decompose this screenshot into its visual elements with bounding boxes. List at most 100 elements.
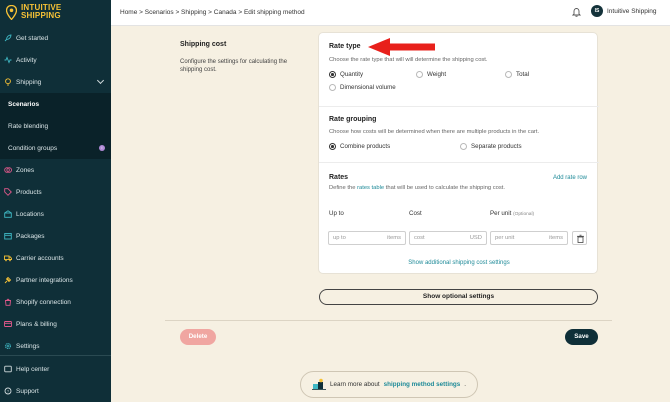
sidebar-item-label: Rate blending [8,122,49,130]
radio-unselected-icon [460,143,467,150]
radio-total[interactable]: Total [505,71,529,78]
sidebar-item-label: Shopify connection [16,298,71,306]
section-description: Configure the settings for calculating t… [180,59,288,73]
section-title: Shipping cost [180,41,227,48]
delete-row-button[interactable] [572,231,587,245]
sidebar-subitem-condition-groups[interactable]: Condition groups i [0,137,111,159]
sidebar-item-products[interactable]: Products [0,181,111,203]
sidebar-item-partner-integrations[interactable]: Partner integrations [0,269,111,291]
radio-label: Weight [427,71,447,78]
radio-label: Total [516,71,530,78]
footer-divider [165,320,612,321]
sidebar-item-shopify-connection[interactable]: Shopify connection [0,291,111,313]
radio-label: Quantity [340,71,364,78]
sidebar-item-label: Partner integrations [16,276,73,284]
radio-selected-icon [329,143,336,150]
truck-icon [4,254,12,262]
sidebar-item-label: Products [16,188,42,196]
sidebar-item-label: Scenarios [8,100,40,108]
sidebar-item-label: Get started [16,34,49,42]
sidebar-subitem-rate-blending[interactable]: Rate blending [0,115,111,137]
delete-button[interactable]: Delete [180,329,216,345]
radio-label: Separate products [471,143,522,150]
sidebar-item-zones[interactable]: Zones [0,159,111,181]
top-bar: Home > Scenarios > Shipping > Canada > E… [111,0,670,26]
per-unit-input[interactable]: per unit items [490,231,568,245]
show-optional-settings-button[interactable]: Show optional settings [319,289,598,305]
learn-more-period: . [464,381,467,388]
sidebar-item-label: Settings [16,342,40,350]
rate-grouping-subtitle: Choose how costs will be determined when… [329,129,540,135]
radio-label: Combine products [340,143,391,150]
user-name[interactable]: Intuitive Shipping [607,8,657,15]
sidebar-item-carrier-accounts[interactable]: Carrier accounts [0,247,111,269]
rates-desc-text: that will be used to calculate the shipp… [385,185,505,191]
red-arrow-icon [368,37,436,59]
rate-grouping-title: Rate grouping [329,116,377,123]
breadcrumb[interactable]: Home > Scenarios > Shipping > Canada > E… [120,9,305,16]
info-badge-icon: i [99,145,105,151]
sidebar-item-settings[interactable]: Settings [0,335,111,357]
sidebar-subitem-scenarios[interactable]: Scenarios [0,93,111,115]
radio-label: Dimensional volume [340,84,396,91]
location-icon [4,210,12,218]
radio-separate-products[interactable]: Separate products [460,143,522,150]
sidebar-item-packages[interactable]: Packages [0,225,111,247]
support-icon: ? [4,387,12,395]
sidebar-item-support[interactable]: ? Support [0,380,111,402]
gear-icon [4,342,12,350]
sidebar-nav: Get started Activity Shipping Scenarios … [0,27,111,357]
rates-title: Rates [329,174,349,181]
radio-combine-products[interactable]: Combine products [329,143,390,150]
trash-icon [573,234,588,248]
rate-type-section: Rate type Choose the rate type that will… [319,33,599,107]
radio-dimensional-volume[interactable]: Dimensional volume [329,84,396,91]
rate-type-title: Rate type [329,43,361,50]
show-additional-settings-link[interactable]: Show additional shipping cost settings [319,260,599,266]
sidebar: INTUITIVE SHIPPING Get started Activity … [0,0,111,402]
add-rate-row-link[interactable]: Add rate row [553,175,587,181]
column-per-unit-label: Per unit [490,210,512,217]
avatar[interactable]: IS [591,5,603,17]
chevron-down-icon[interactable] [96,76,105,85]
bulb-icon [4,78,12,86]
sidebar-item-activity[interactable]: Activity [0,49,111,71]
sidebar-item-plans-billing[interactable]: Plans & billing [0,313,111,335]
svg-text:?: ? [7,389,10,394]
sidebar-item-label: Zones [16,166,35,174]
sidebar-item-label: Packages [16,232,45,240]
up-to-input[interactable]: up to items [328,231,406,245]
sidebar-item-help-center[interactable]: Help center [0,358,111,380]
zones-icon [4,166,12,174]
cost-input[interactable]: cost USD [409,231,487,245]
unit-suffix: items [549,235,563,241]
sidebar-footer: Help center ? Support [0,358,111,402]
activity-icon [4,56,12,64]
sidebar-item-label: Help center [16,365,50,373]
sidebar-item-shipping[interactable]: Shipping [0,71,111,93]
rate-grouping-section: Rate grouping Choose how costs will be d… [319,107,599,163]
sidebar-item-label: Shipping [16,78,42,86]
bell-icon[interactable] [571,7,582,17]
learn-more-banner[interactable]: Learn more about shipping method setting… [300,371,478,398]
sidebar-item-label: Locations [16,210,44,218]
rates-description: Define the rates table that will be used… [329,185,505,191]
column-per-unit: Per unit (Optional) [490,210,534,217]
column-cost: Cost [409,210,422,217]
sidebar-item-get-started[interactable]: Get started [0,27,111,49]
rates-table-link[interactable]: rates table [357,185,384,191]
placeholder-text: cost [414,235,425,241]
radio-quantity[interactable]: Quantity [329,71,363,78]
unit-suffix: items [387,235,401,241]
learn-more-link[interactable]: shipping method settings [384,381,461,388]
currency-suffix: USD [469,235,482,241]
pin-logo-icon [5,4,18,21]
sidebar-item-locations[interactable]: Locations [0,203,111,225]
brand-logo[interactable]: INTUITIVE SHIPPING [5,4,61,21]
shipping-cost-card: Rate type Choose the rate type that will… [318,32,599,274]
placeholder-text: per unit [495,235,515,241]
optional-label: (Optional) [513,212,535,217]
radio-selected-icon [329,71,336,78]
radio-weight[interactable]: Weight [416,71,446,78]
save-button[interactable]: Save [565,329,598,345]
